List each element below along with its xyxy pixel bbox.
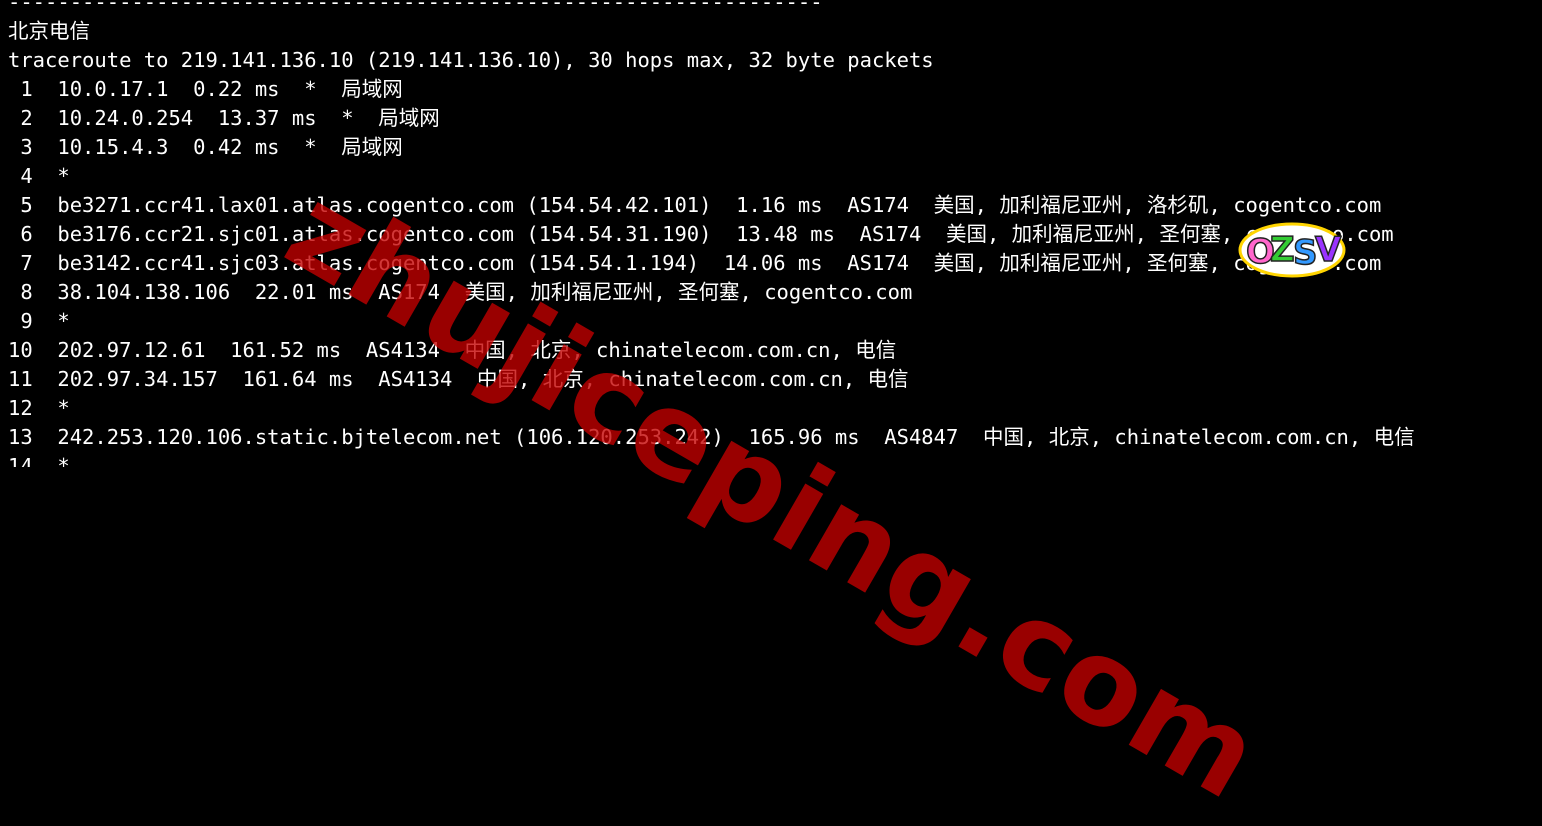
hop-line: 8 38.104.138.106 22.01 ms AS174 美国, 加利福尼… [8,280,913,304]
traceroute-command: traceroute to 219.141.136.10 (219.141.13… [8,48,934,72]
hop-line: 4 * [8,164,70,188]
hop-line: 11 202.97.34.157 161.64 ms AS4134 中国, 北京… [8,367,909,391]
heading-line: 北京电信 [8,19,90,43]
separator-line: ----------------------------------------… [8,0,823,14]
hop-line: 9 * [8,309,70,333]
hop-line: 14 * [8,454,70,467]
hop-line: 12 * [8,396,70,420]
hop-line: 1 10.0.17.1 0.22 ms * 局域网 [8,77,403,101]
hop-line: 3 10.15.4.3 0.42 ms * 局域网 [8,135,403,159]
hop-line: 10 202.97.12.61 161.52 ms AS4134 中国, 北京,… [8,338,897,362]
hop-line: 2 10.24.0.254 13.37 ms * 局域网 [8,106,440,130]
terminal-window[interactable]: ----------------------------------------… [0,0,1542,467]
hop-line: 7 be3142.ccr41.sjc03.atlas.cogentco.com … [8,251,1382,275]
hop-line: 13 242.253.120.106.static.bjtelecom.net … [8,425,1415,449]
hop-line: 5 be3271.ccr41.lax01.atlas.cogentco.com … [8,193,1382,217]
hop-line: 6 be3176.ccr21.sjc01.atlas.cogentco.com … [8,222,1394,246]
